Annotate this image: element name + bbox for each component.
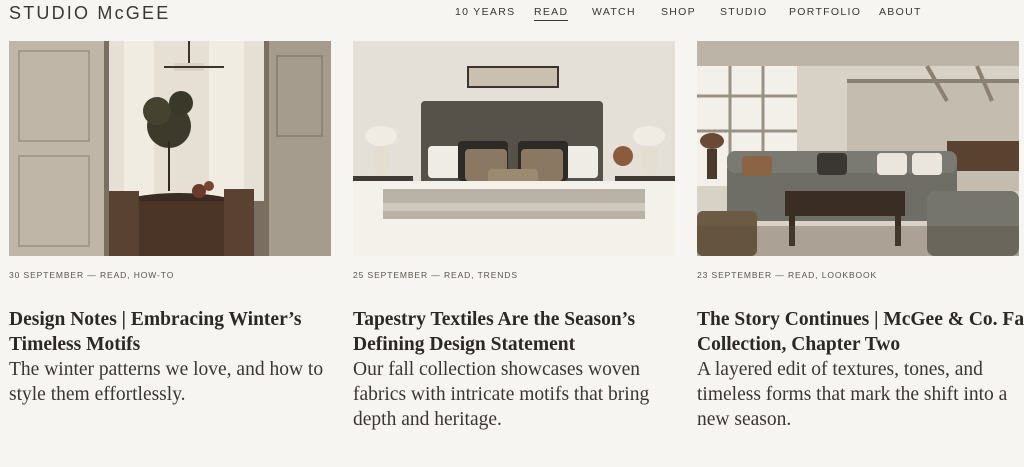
article-date: 25 SEPTEMBER	[353, 270, 429, 280]
article-card[interactable]: 23 SEPTEMBER — READ, LOOKBOOK The Story …	[697, 41, 1024, 432]
article-categories[interactable]: READ, LOOKBOOK	[788, 270, 877, 280]
article-image-dining-room[interactable]	[9, 41, 331, 256]
meta-separator: —	[84, 270, 100, 280]
nav-item-read[interactable]: READ	[534, 6, 569, 21]
article-date: 23 SEPTEMBER	[697, 270, 773, 280]
article-categories[interactable]: READ, HOW-TO	[100, 270, 174, 280]
article-card[interactable]: 30 SEPTEMBER — READ, HOW-TO Design Notes…	[9, 41, 331, 407]
article-excerpt: Our fall collection showcases woven fabr…	[353, 359, 650, 430]
article-meta: 25 SEPTEMBER — READ, TRENDS	[353, 270, 675, 282]
nav-item-studio[interactable]: STUDIO	[720, 6, 767, 20]
article-card[interactable]: 25 SEPTEMBER — READ, TRENDS Tapestry Tex…	[353, 41, 675, 432]
meta-separator: —	[772, 270, 788, 280]
nav-item-about[interactable]: ABOUT	[879, 6, 922, 20]
main-nav: 10 YEARS READ WATCH SHOP STUDIO PORTFOLI…	[0, 6, 1024, 22]
article-categories[interactable]: READ, TRENDS	[444, 270, 518, 280]
article-image-bedroom[interactable]	[353, 41, 675, 256]
article-title[interactable]: The Story Continues | McGee & Co. Fall C…	[697, 307, 1024, 357]
article-meta: 23 SEPTEMBER — READ, LOOKBOOK	[697, 270, 1019, 282]
article-title[interactable]: Tapestry Textiles Are the Season’s Defin…	[353, 307, 693, 357]
meta-separator: —	[428, 270, 444, 280]
article-image-living-room[interactable]	[697, 41, 1019, 256]
article-title[interactable]: Design Notes | Embracing Winter’s Timele…	[9, 307, 349, 357]
nav-item-watch[interactable]: WATCH	[592, 6, 636, 20]
nav-item-portfolio[interactable]: PORTFOLIO	[789, 6, 861, 20]
nav-item-shop[interactable]: SHOP	[661, 6, 696, 20]
article-date: 30 SEPTEMBER	[9, 270, 85, 280]
article-excerpt: A layered edit of textures, tones, and t…	[697, 359, 1008, 430]
article-excerpt: The winter patterns we love, and how to …	[9, 359, 324, 405]
nav-item-10-years[interactable]: 10 YEARS	[455, 6, 515, 20]
article-meta: 30 SEPTEMBER — READ, HOW-TO	[9, 270, 331, 282]
